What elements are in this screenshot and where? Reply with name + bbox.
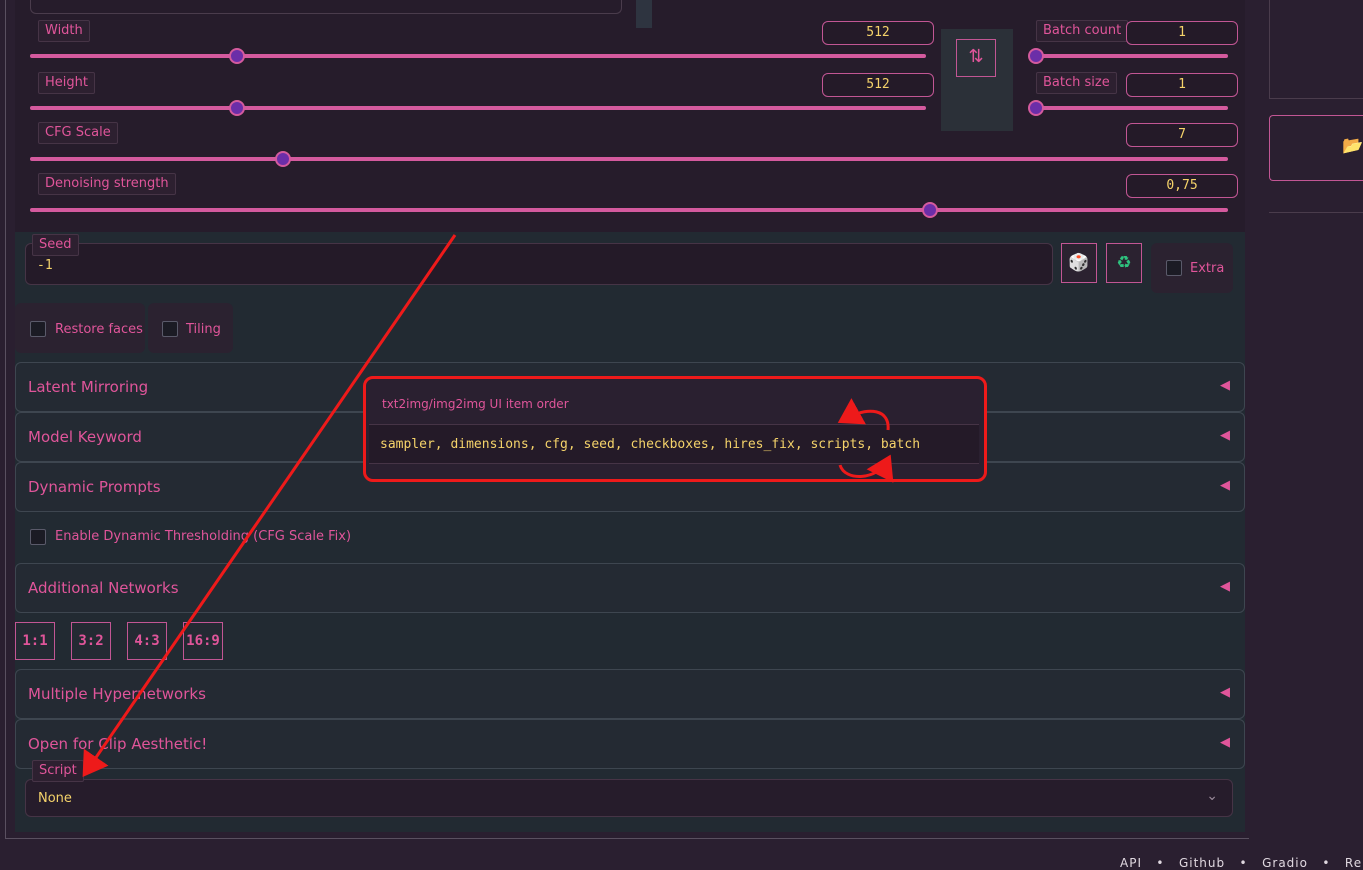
tiling-label: Tiling (186, 322, 221, 337)
batch-size-slider-thumb[interactable] (1028, 100, 1044, 116)
height-slider-thumb[interactable] (229, 100, 246, 116)
ratio-button-3-2[interactable]: 3:2 (71, 622, 111, 660)
footer-links: API • Github • Gradio • Rel (1120, 856, 1363, 870)
cfg-scale-label: CFG Scale (38, 122, 118, 144)
ui-item-order-value: sampler, dimensions, cfg, seed, checkbox… (380, 437, 921, 452)
height-number-input[interactable]: 512 (822, 73, 934, 97)
seed-input[interactable]: -1 (25, 243, 1053, 285)
script-selected-value: None (38, 791, 72, 806)
script-label: Script (32, 760, 84, 782)
dynamic-thresholding-label: Enable Dynamic Thresholding (CFG Scale F… (55, 529, 352, 544)
batch-size-label: Batch size (1036, 72, 1117, 94)
height-slider[interactable] (30, 100, 926, 116)
ui-item-order-setting: txt2img/img2img UI item order sampler, d… (363, 376, 987, 482)
collapse-triangle-icon: ◀ (1220, 478, 1230, 493)
dynamic-thresholding-checkbox[interactable] (30, 529, 46, 545)
ui-item-order-input[interactable]: sampler, dimensions, cfg, seed, checkbox… (369, 424, 979, 464)
accordion-title: Open for Clip Aesthetic! (28, 735, 208, 753)
extra-label: Extra (1190, 261, 1225, 276)
batch-count-input[interactable]: 1 (1126, 21, 1238, 45)
tiling-checkbox[interactable] (162, 321, 178, 337)
width-slider[interactable] (30, 48, 926, 64)
accordion-additional-networks[interactable]: Additional Networks ◀ (15, 563, 1245, 613)
random-seed-button[interactable]: 🎲 (1061, 243, 1097, 283)
batch-size-input[interactable]: 1 (1126, 73, 1238, 97)
width-label: Width (38, 20, 90, 42)
dice-icon: 🎲 (1068, 253, 1090, 273)
collapse-triangle-icon: ◀ (1220, 579, 1230, 594)
collapse-triangle-icon: ◀ (1220, 685, 1230, 700)
accordion-multiple-hypernetworks[interactable]: Multiple Hypernetworks ◀ (15, 669, 1245, 719)
swap-dimensions-button[interactable]: ⇅ (956, 39, 996, 77)
denoising-strength-slider[interactable] (30, 202, 1228, 218)
accordion-title: Multiple Hypernetworks (28, 685, 206, 703)
extra-checkbox[interactable] (1166, 260, 1182, 276)
top-field-edge (30, 0, 622, 14)
seed-label: Seed (32, 234, 79, 256)
ratio-button-16-9[interactable]: 16:9 (183, 622, 223, 660)
width-number-input[interactable]: 512 (822, 21, 934, 45)
right-panel-divider (1269, 212, 1363, 213)
accordion-title: Dynamic Prompts (28, 478, 161, 496)
batch-count-label: Batch count (1036, 20, 1129, 42)
accordion-title: Additional Networks (28, 579, 179, 597)
swap-arrows-icon: ⇅ (968, 46, 984, 67)
ratio-button-4-3[interactable]: 4:3 (127, 622, 167, 660)
reuse-seed-button[interactable]: ♻ (1106, 243, 1142, 283)
restore-faces-label: Restore faces (55, 322, 143, 337)
cfg-scale-slider-thumb[interactable] (274, 151, 291, 167)
ui-item-order-title: txt2img/img2img UI item order (382, 397, 569, 411)
accordion-title: Latent Mirroring (28, 378, 149, 396)
restore-faces-checkbox[interactable] (30, 321, 46, 337)
ratio-button-1-1[interactable]: 1:1 (15, 622, 55, 660)
denoising-strength-label: Denoising strength (38, 173, 176, 195)
cfg-scale-slider[interactable] (30, 151, 1228, 167)
recycle-icon: ♻ (1116, 253, 1132, 273)
open-folder-button[interactable]: 📂 (1269, 115, 1363, 181)
restore-faces-group: Restore faces (15, 303, 145, 353)
collapse-triangle-icon: ◀ (1220, 428, 1230, 443)
tiling-group: Tiling (148, 303, 233, 353)
width-slider-thumb[interactable] (229, 48, 246, 64)
script-dropdown[interactable]: None ⌄ (25, 779, 1233, 817)
seed-value: -1 (37, 258, 53, 273)
denoising-strength-input[interactable]: 0,75 (1126, 174, 1238, 198)
cfg-scale-input[interactable]: 7 (1126, 123, 1238, 147)
height-label: Height (38, 72, 95, 94)
folder-icon: 📂 (1342, 136, 1363, 156)
top-scrollbar[interactable] (636, 0, 652, 28)
collapse-triangle-icon: ◀ (1220, 378, 1230, 393)
right-panel-box (1269, 0, 1363, 99)
accordion-clip-aesthetic[interactable]: Open for Clip Aesthetic! ◀ (15, 719, 1245, 769)
batch-count-slider-thumb[interactable] (1028, 48, 1044, 64)
batch-count-slider[interactable] (1028, 48, 1228, 64)
swap-dimensions-panel: ⇅ (941, 29, 1013, 131)
accordion-title: Model Keyword (28, 428, 142, 446)
denoising-strength-slider-thumb[interactable] (921, 202, 938, 218)
collapse-triangle-icon: ◀ (1220, 735, 1230, 750)
batch-size-slider[interactable] (1028, 100, 1228, 116)
extra-seed-group: Extra (1151, 243, 1233, 293)
chevron-down-icon: ⌄ (1206, 788, 1218, 804)
